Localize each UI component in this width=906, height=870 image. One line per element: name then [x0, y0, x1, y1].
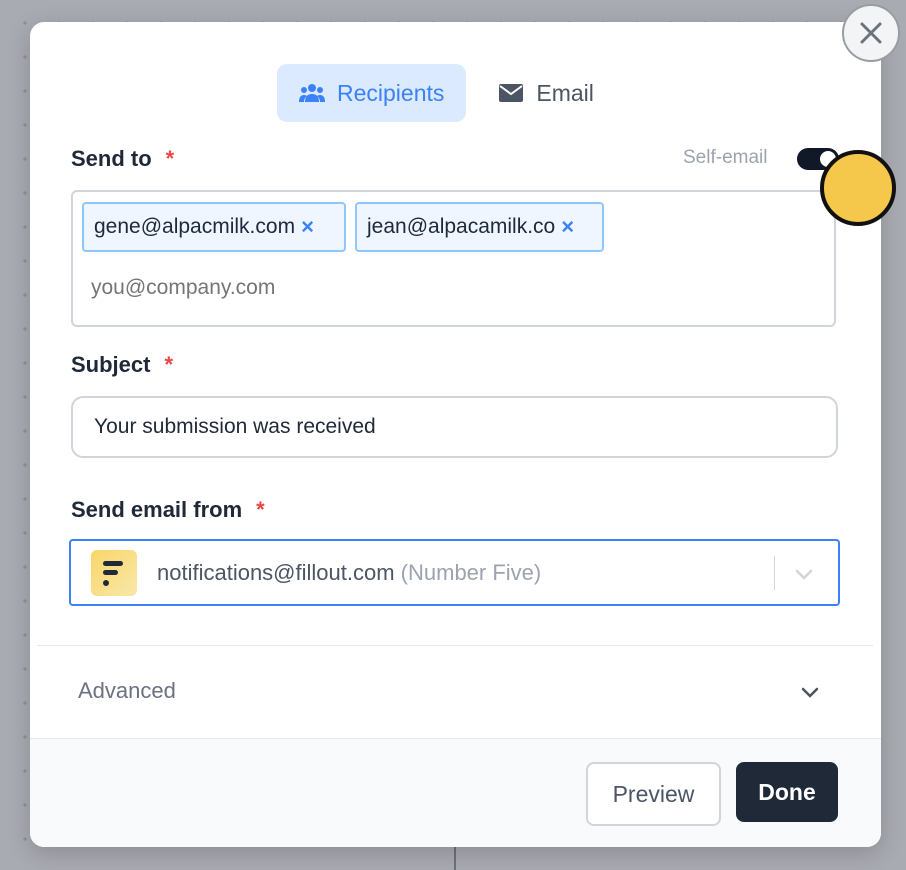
recipient-chip-label: jean@alpacamilk.co	[367, 215, 556, 238]
users-icon	[299, 80, 325, 106]
remove-recipient-icon[interactable]: ×	[561, 214, 574, 240]
recipient-input[interactable]	[91, 276, 591, 300]
email-notification-modal: Recipients Email Send to * Self-email gen…	[30, 22, 881, 847]
send-from-account: (Number Five)	[400, 560, 542, 585]
tab-bar: Recipients Email	[277, 64, 616, 122]
subject-label-text: Subject	[71, 352, 151, 377]
recipient-chip-label: gene@alpacmilk.com	[94, 215, 296, 238]
subject-label: Subject *	[71, 352, 173, 378]
send-to-label: Send to *	[71, 146, 174, 172]
send-from-address: notifications@fillout.com	[157, 560, 395, 585]
subject-value: Your submission was received	[94, 415, 376, 438]
close-icon	[860, 22, 882, 44]
done-button[interactable]: Done	[736, 762, 838, 822]
cursor-indicator	[820, 150, 896, 226]
fillout-logo-icon	[91, 550, 137, 596]
tab-email[interactable]: Email	[476, 64, 616, 122]
required-mark: *	[164, 352, 174, 377]
select-divider	[774, 556, 775, 590]
send-from-value: notifications@fillout.com (Number Five)	[157, 560, 541, 586]
self-email-label: Self-email	[683, 147, 768, 168]
recipient-chip: gene@alpacmilk.com ×	[82, 202, 346, 252]
tab-recipients[interactable]: Recipients	[277, 64, 467, 122]
section-divider	[37, 645, 873, 646]
envelope-icon	[498, 80, 524, 106]
send-to-label-text: Send to	[71, 146, 152, 171]
remove-recipient-icon[interactable]: ×	[301, 214, 314, 240]
send-from-label-text: Send email from	[71, 497, 243, 522]
close-button[interactable]	[842, 4, 900, 62]
tab-recipients-label: Recipients	[337, 79, 445, 106]
send-from-label: Send email from *	[71, 497, 265, 523]
modal-footer: Preview Done	[30, 738, 881, 847]
required-mark: *	[165, 146, 175, 171]
advanced-chevron-down-icon[interactable]	[799, 682, 821, 704]
preview-button[interactable]: Preview	[586, 762, 721, 826]
subject-input[interactable]: Your submission was received	[71, 396, 838, 458]
recipient-chip: jean@alpacamilk.co ×	[355, 202, 604, 252]
advanced-section-label: Advanced	[78, 678, 176, 703]
recipients-field[interactable]: gene@alpacmilk.com × jean@alpacamilk.co …	[71, 190, 836, 327]
tab-email-label: Email	[536, 79, 594, 106]
chevron-down-icon	[795, 569, 813, 580]
send-from-select[interactable]: notifications@fillout.com (Number Five)	[69, 539, 840, 606]
required-mark: *	[256, 497, 265, 522]
